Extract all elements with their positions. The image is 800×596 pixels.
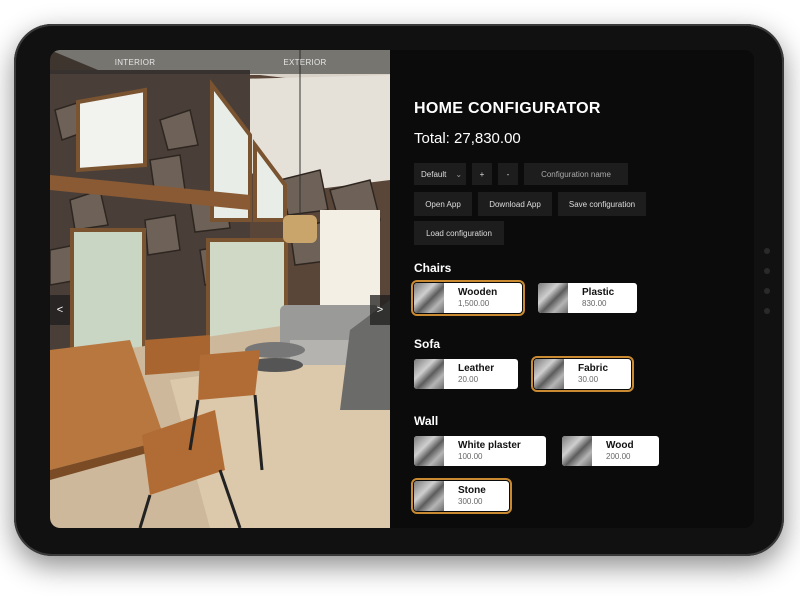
app-screen: INTERIOR EXTERIOR < > HOME CONFIGURATOR … — [50, 50, 754, 528]
option-sofa-fabric[interactable]: Fabric 30.00 — [531, 356, 634, 392]
option-name: Wood — [606, 440, 634, 451]
save-configuration-button[interactable]: Save configuration — [558, 192, 646, 216]
section-title-sofa: Sofa — [414, 337, 441, 351]
device-side-sensors — [764, 248, 770, 328]
option-sofa-leather[interactable]: Leather 20.00 — [414, 359, 518, 389]
chevron-down-icon: ⌄ — [455, 169, 463, 179]
download-app-button[interactable]: Download App — [478, 192, 552, 216]
option-wall-wood[interactable]: Wood 200.00 — [562, 436, 659, 466]
material-swatch — [534, 359, 564, 389]
material-swatch — [414, 481, 444, 511]
option-name: Stone — [458, 485, 486, 496]
total-price: Total: 27,830.00 — [414, 130, 521, 147]
option-price: 1,500.00 — [458, 299, 490, 308]
tab-interior[interactable]: INTERIOR — [50, 50, 220, 74]
next-view-button[interactable]: > — [370, 295, 390, 325]
option-price: 20.00 — [458, 375, 479, 384]
material-swatch — [538, 283, 568, 313]
previous-view-button[interactable]: < — [50, 295, 70, 325]
tab-exterior[interactable]: EXTERIOR — [220, 50, 390, 74]
option-price: 200.00 — [606, 452, 631, 461]
option-name: Leather — [458, 363, 495, 374]
option-price: 300.00 — [458, 497, 483, 506]
material-swatch — [414, 283, 444, 313]
section-title-wall: Wall — [414, 414, 439, 428]
page-title: HOME CONFIGURATOR — [414, 100, 601, 117]
option-wall-white-plaster[interactable]: White plaster 100.00 — [414, 436, 546, 466]
material-swatch — [414, 436, 444, 466]
option-name: Fabric — [578, 363, 609, 374]
preset-select-value: Default — [421, 169, 447, 179]
open-app-button[interactable]: Open App — [414, 192, 472, 216]
room-render-image — [50, 50, 390, 528]
option-chairs-wooden[interactable]: Wooden 1,500.00 — [411, 280, 525, 316]
section-title-chairs: Chairs — [414, 261, 452, 275]
room-preview[interactable]: INTERIOR EXTERIOR < > — [50, 50, 390, 528]
preset-select[interactable]: Default ⌄ — [414, 163, 466, 185]
configurator-panel: HOME CONFIGURATOR Total: 27,830.00 Defau… — [411, 50, 744, 528]
option-price: 30.00 — [578, 375, 599, 384]
option-name: White plaster — [458, 440, 521, 451]
add-configuration-button[interactable]: + — [472, 163, 492, 185]
option-price: 830.00 — [582, 299, 607, 308]
configuration-name-input[interactable]: Configuration name — [524, 163, 628, 185]
option-name: Plastic — [582, 287, 615, 298]
material-swatch — [562, 436, 592, 466]
option-wall-stone[interactable]: Stone 300.00 — [411, 478, 512, 514]
option-name: Wooden — [458, 287, 498, 298]
view-tabs: INTERIOR EXTERIOR — [50, 50, 390, 74]
option-chairs-plastic[interactable]: Plastic 830.00 — [538, 283, 637, 313]
remove-configuration-button[interactable]: - — [498, 163, 518, 185]
option-price: 100.00 — [458, 452, 483, 461]
material-swatch — [414, 359, 444, 389]
load-configuration-button[interactable]: Load configuration — [414, 221, 504, 245]
